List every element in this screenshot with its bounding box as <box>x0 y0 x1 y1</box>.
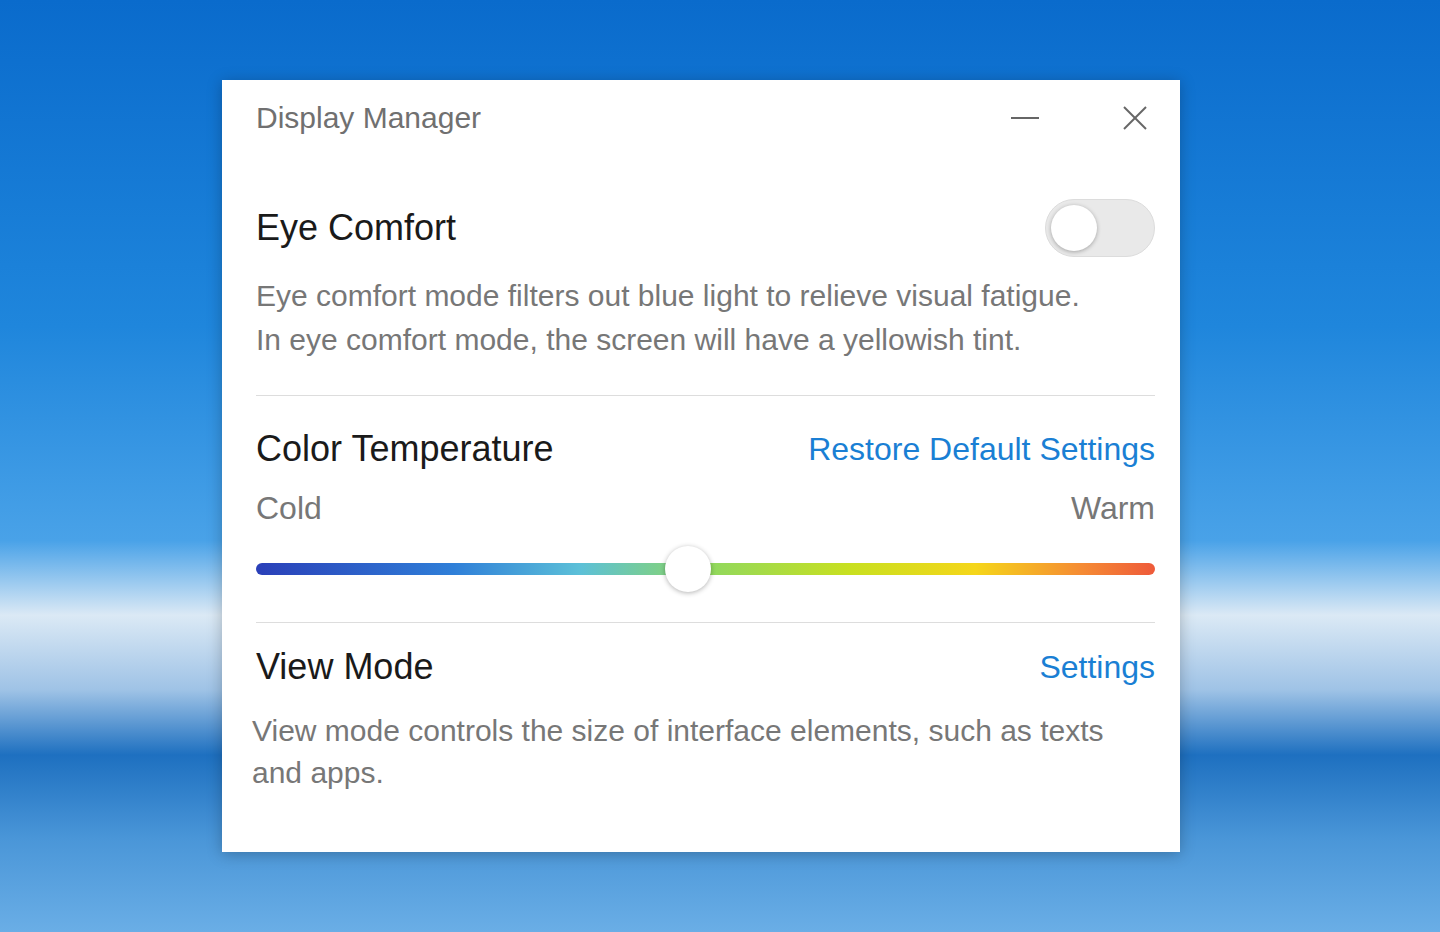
description-line: In eye comfort mode, the screen will hav… <box>256 318 1155 362</box>
slider-thumb[interactable] <box>665 546 711 592</box>
toggle-knob <box>1051 205 1097 251</box>
eye-comfort-title: Eye Comfort <box>256 206 456 250</box>
color-temperature-title: Color Temperature <box>256 427 553 471</box>
window-controls <box>1009 102 1151 134</box>
warm-label: Warm <box>1071 490 1155 526</box>
description-line: Eye comfort mode filters out blue light … <box>256 274 1155 318</box>
desktop: Display Manager Eye Comfort Eye comfort mo… <box>0 0 1440 932</box>
divider <box>256 622 1155 623</box>
window-title: Display Manager <box>256 100 481 136</box>
temperature-labels: Cold Warm <box>256 490 1155 526</box>
display-manager-window: Display Manager Eye Comfort Eye comfort mo… <box>222 80 1180 852</box>
view-mode-settings-link[interactable]: Settings <box>1039 645 1155 689</box>
color-temperature-slider[interactable] <box>256 546 1155 592</box>
color-temperature-header: Color Temperature Restore Default Setting… <box>256 427 1155 471</box>
eye-comfort-header: Eye Comfort <box>256 199 1155 257</box>
view-mode-header: View Mode Settings <box>256 645 1155 689</box>
close-icon[interactable] <box>1119 102 1151 134</box>
title-bar: Display Manager <box>222 80 1180 136</box>
window-body: Eye Comfort Eye comfort mode filters out … <box>222 199 1180 807</box>
cold-label: Cold <box>256 490 322 526</box>
restore-default-link[interactable]: Restore Default Settings <box>808 427 1155 471</box>
eye-comfort-description: Eye comfort mode filters out blue light … <box>256 274 1155 362</box>
view-mode-description: View mode controls the size of interface… <box>252 710 1155 794</box>
divider <box>256 395 1155 396</box>
minimize-icon[interactable] <box>1009 102 1041 134</box>
view-mode-title: View Mode <box>256 645 433 689</box>
eye-comfort-toggle[interactable] <box>1045 199 1155 257</box>
